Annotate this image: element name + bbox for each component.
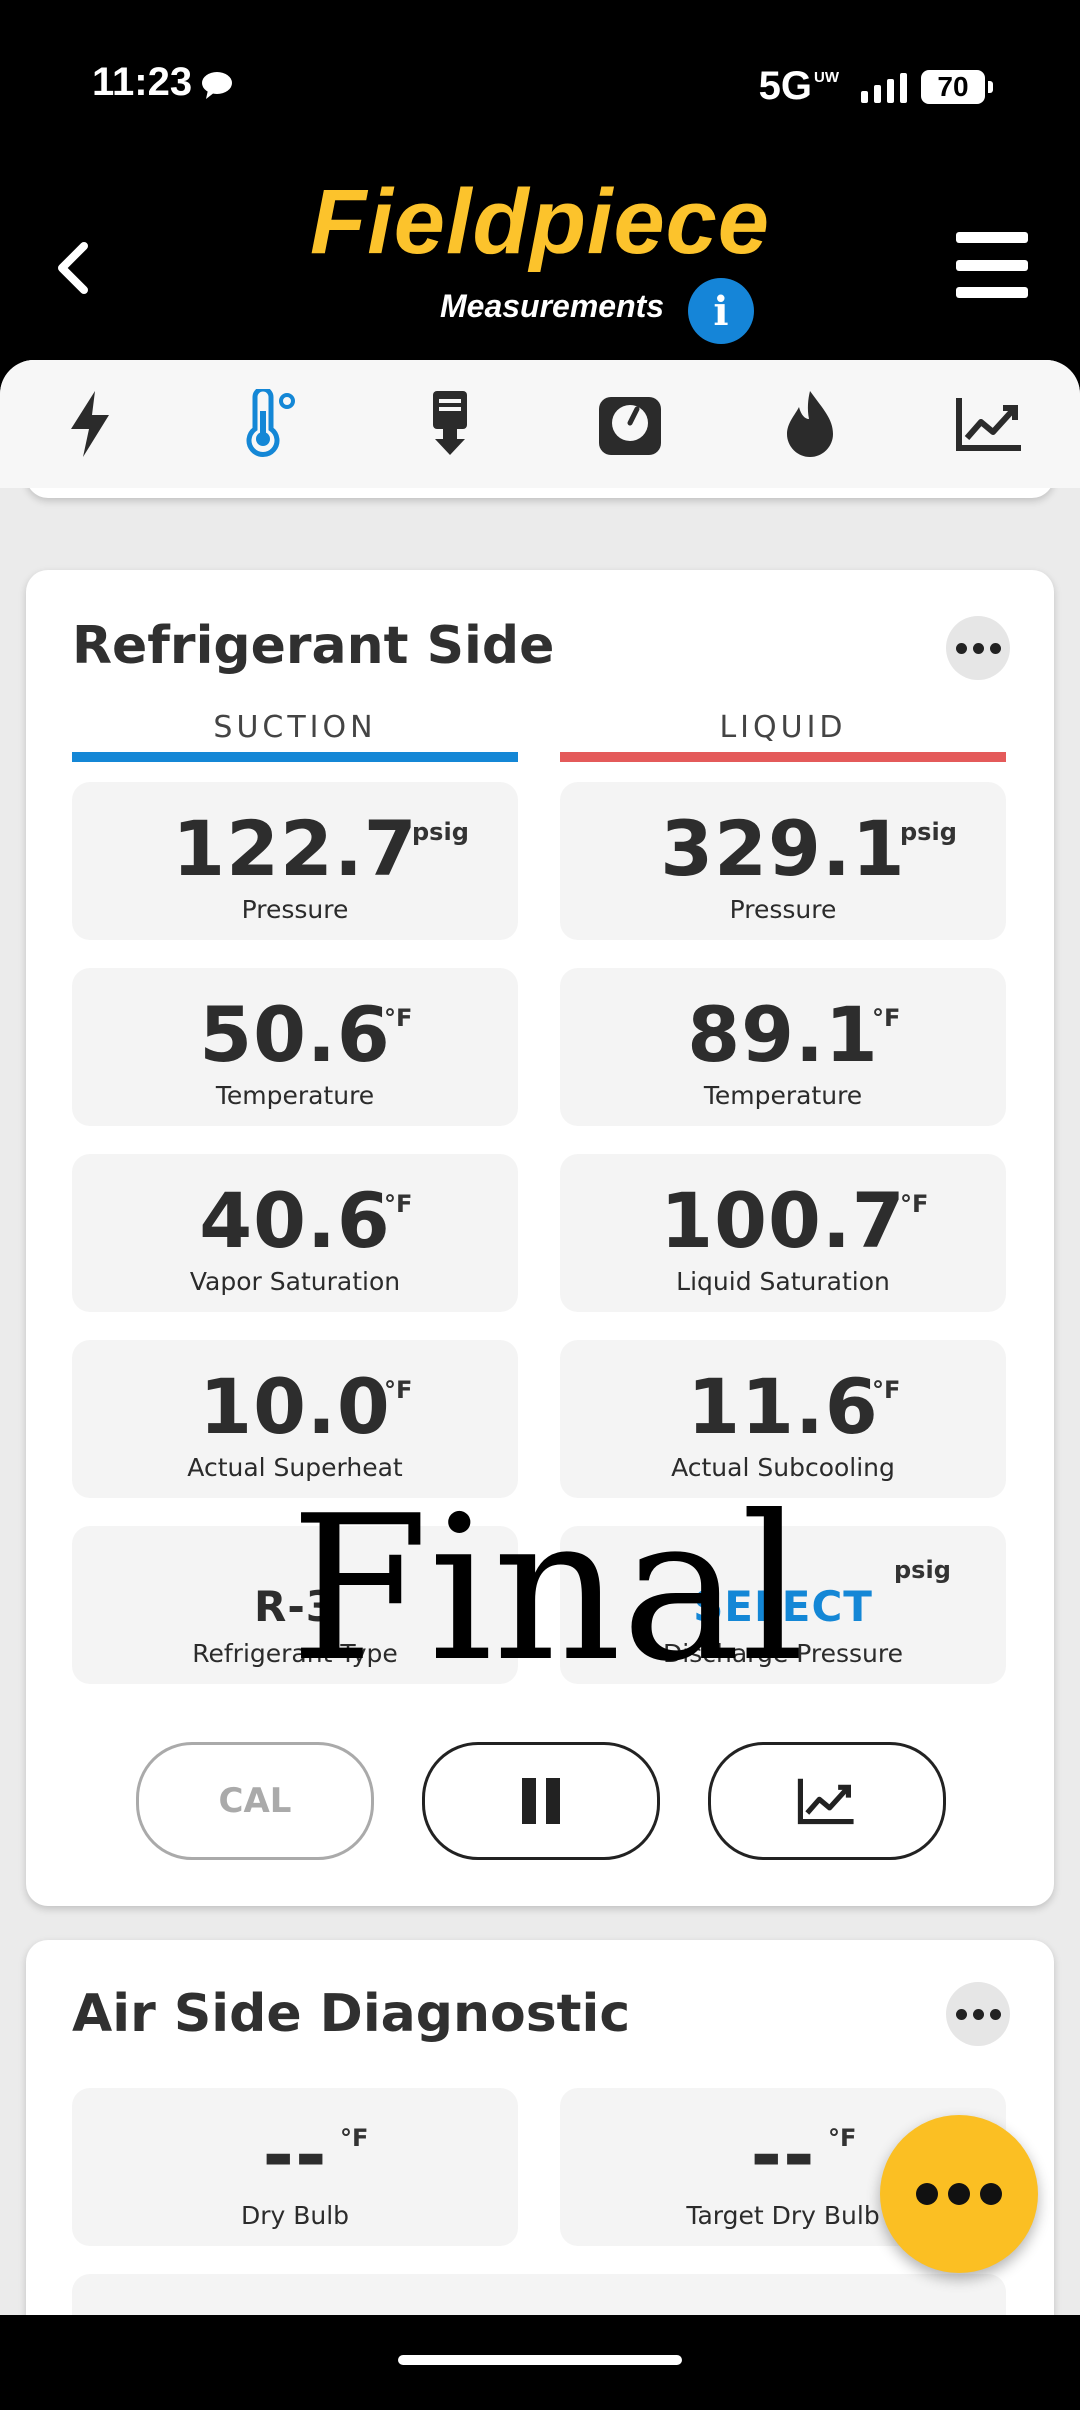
liquid-temperature-tile[interactable]: 89.1 °F Temperature [560,968,1006,1126]
pause-icon [522,1778,560,1824]
liquid-pressure-tile[interactable]: 329.1 psig Pressure [560,782,1006,940]
refrigerant-card-title: Refrigerant Side [72,616,555,676]
chat-notification-icon [202,72,232,99]
measurement-tabs [0,360,1080,488]
home-gesture-bar[interactable] [398,2355,682,2365]
thermometer-icon [246,389,295,457]
final-overlay-text: Final [290,1473,805,1706]
graph-button[interactable] [708,1742,946,1860]
air-side-card: Air Side Diagnostic -- °F Dry Bulb -- °F… [26,1940,1054,2315]
liquid-color-bar [560,752,1006,762]
suction-color-bar [72,752,518,762]
info-icon[interactable]: i [688,278,754,344]
measurements-content: Refrigerant Side SUCTION LIQUID 122.7 ps… [0,360,1080,2315]
battery-icon: 70 [921,69,993,104]
network-indicator: 5G UW [758,64,839,108]
fieldpiece-logo: Fieldpiece [310,171,770,273]
partial-tile [72,2274,1006,2315]
system-nav-bar [0,2315,1080,2410]
suction-temperature-tile[interactable]: 50.6 °F Temperature [72,968,518,1126]
liquid-header: LIQUID [719,710,847,745]
flame-icon [787,391,833,457]
gauge-icon [599,397,661,455]
air-card-title: Air Side Diagnostic [72,1984,631,2044]
signal-icon [861,71,907,103]
suction-header: SUCTION [213,710,377,745]
app-header: Fieldpiece Measurements i [0,170,1080,360]
temperature-tab[interactable] [225,379,315,469]
cal-button[interactable]: CAL [136,1742,374,1860]
lightning-icon [71,391,109,457]
hamburger-menu-icon[interactable] [956,232,1028,298]
chart-icon [956,398,1021,451]
combustion-tab[interactable] [765,379,855,469]
air-more-button[interactable] [946,1982,1010,2046]
chart-icon [797,1778,854,1825]
status-bar: 11:23 5G UW 70 [0,0,1080,170]
suction-pressure-tile[interactable]: 122.7 psig Pressure [72,782,518,940]
pause-button[interactable] [422,1742,660,1860]
dry-bulb-tile[interactable]: -- °F Dry Bulb [72,2088,518,2246]
liquid-saturation-tile[interactable]: 100.7 °F Liquid Saturation [560,1154,1006,1312]
electrical-tab[interactable] [45,379,135,469]
status-time: 11:23 [92,60,193,104]
page-subtitle: Measurements [440,288,665,324]
install-tab[interactable] [405,379,495,469]
install-arrow-icon [433,391,467,455]
charts-tab[interactable] [945,379,1035,469]
vapor-saturation-tile[interactable]: 40.6 °F Vapor Saturation [72,1154,518,1312]
refrigerant-more-button[interactable] [946,616,1010,680]
more-actions-fab[interactable] [880,2115,1038,2273]
gauge-tab[interactable] [585,379,675,469]
